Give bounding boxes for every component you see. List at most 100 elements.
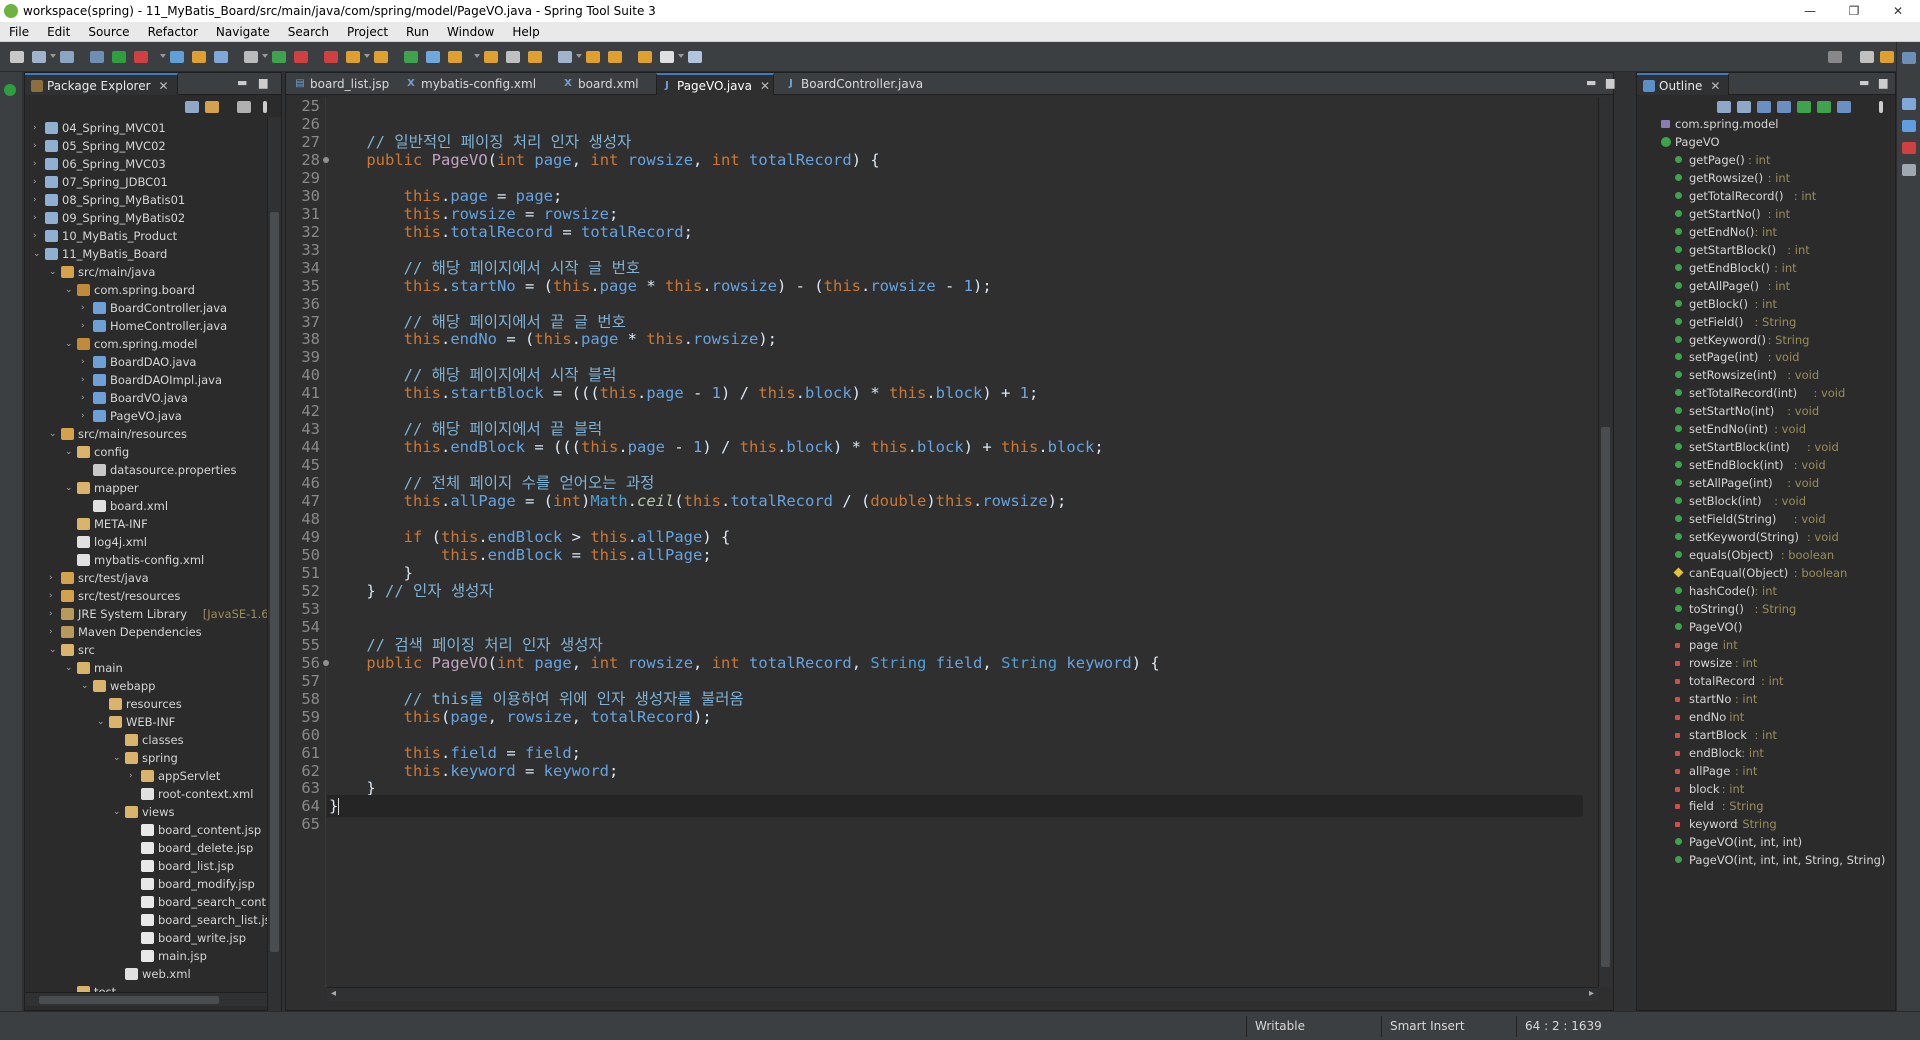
hide-non-public-icon[interactable] bbox=[1797, 101, 1811, 113]
expand-arrow-icon[interactable]: › bbox=[49, 569, 59, 587]
dropdown-arrow-icon[interactable] bbox=[576, 54, 582, 58]
scroll-right-icon[interactable]: ▸ bbox=[1589, 988, 1594, 999]
save-icon[interactable] bbox=[32, 51, 46, 63]
code-line[interactable]: this.endNo = (this.page * this.rowsize); bbox=[329, 328, 777, 350]
code-line[interactable]: this.allPage = (int)Math.ceil(this.total… bbox=[329, 490, 1067, 512]
editor-vertical-scrollbar[interactable] bbox=[1598, 97, 1612, 987]
expand-arrow-icon[interactable]: ⌄ bbox=[65, 659, 75, 677]
code-line[interactable]: public PageVO(int page, int rowsize, int… bbox=[329, 652, 1159, 674]
maximize-editor-button[interactable]: ▆ bbox=[1606, 73, 1614, 93]
expand-arrow-icon[interactable]: › bbox=[49, 587, 59, 605]
java-perspective-icon[interactable] bbox=[688, 51, 702, 63]
menu-item-run[interactable]: Run bbox=[397, 25, 438, 39]
tree-horizontal-scrollbar[interactable] bbox=[25, 992, 267, 1006]
forward-icon[interactable] bbox=[608, 51, 622, 63]
spring-explorer-icon[interactable] bbox=[1902, 120, 1916, 132]
focus-icon[interactable] bbox=[237, 101, 251, 113]
tab-package-explorer[interactable]: Package Explorer ✕ bbox=[25, 73, 178, 95]
run-icon[interactable] bbox=[170, 51, 184, 63]
new-package-icon[interactable] bbox=[374, 51, 388, 63]
save-all-icon[interactable] bbox=[60, 51, 74, 63]
search-icon[interactable] bbox=[484, 51, 498, 63]
coverage-icon[interactable] bbox=[244, 51, 258, 63]
dropdown-arrow-icon[interactable] bbox=[474, 54, 480, 58]
expand-arrow-icon[interactable]: › bbox=[81, 371, 91, 389]
java-ee-perspective-icon[interactable] bbox=[1880, 51, 1894, 63]
next-annotation-icon[interactable] bbox=[528, 51, 542, 63]
scrollbar-thumb[interactable] bbox=[270, 212, 279, 952]
code-line[interactable]: this(page, rowsize, totalRecord); bbox=[329, 706, 712, 728]
hide-fields-icon[interactable] bbox=[1757, 101, 1771, 113]
open-task-icon[interactable] bbox=[448, 51, 462, 63]
dropdown-arrow-icon[interactable] bbox=[50, 54, 56, 58]
expand-arrow-icon[interactable]: › bbox=[81, 353, 91, 371]
code-line[interactable]: this.totalRecord = totalRecord; bbox=[329, 221, 693, 243]
relaunch-icon[interactable] bbox=[324, 51, 338, 63]
expand-arrow-icon[interactable]: › bbox=[33, 155, 43, 173]
code-line[interactable]: this.startNo = (this.page * this.rowsize… bbox=[329, 275, 992, 297]
console-icon[interactable] bbox=[1902, 164, 1916, 176]
tree-vertical-scrollbar[interactable] bbox=[267, 117, 281, 1031]
expand-arrow-icon[interactable]: › bbox=[81, 407, 91, 425]
prev-annotation-icon[interactable] bbox=[558, 51, 572, 63]
menu-item-project[interactable]: Project bbox=[338, 25, 397, 39]
new-class-icon[interactable] bbox=[404, 51, 418, 63]
menu-item-refactor[interactable]: Refactor bbox=[139, 25, 207, 39]
pin-icon[interactable] bbox=[638, 51, 652, 63]
expand-arrow-icon[interactable]: › bbox=[81, 317, 91, 335]
scrollbar-thumb[interactable] bbox=[39, 996, 219, 1004]
open-type-icon[interactable] bbox=[426, 51, 440, 63]
maximize-button[interactable]: ❐ bbox=[1832, 0, 1876, 22]
expand-arrow-icon[interactable]: ⌄ bbox=[33, 245, 43, 263]
code-line[interactable]: } // 인자 생성자 bbox=[329, 580, 493, 602]
code-line[interactable]: } bbox=[327, 795, 1583, 818]
dropdown-arrow-icon[interactable] bbox=[262, 54, 268, 58]
maximize-view-button[interactable]: ▆ bbox=[259, 73, 267, 93]
toggle-mark-icon[interactable] bbox=[506, 51, 520, 63]
expand-arrow-icon[interactable]: ⌄ bbox=[65, 281, 75, 299]
quick-access-search-icon[interactable] bbox=[1828, 51, 1842, 63]
expand-arrow-icon[interactable]: ⌄ bbox=[49, 263, 59, 281]
stop-icon[interactable] bbox=[294, 51, 308, 63]
menu-item-navigate[interactable]: Navigate bbox=[207, 25, 279, 39]
expand-arrow-icon[interactable]: › bbox=[33, 227, 43, 245]
expand-arrow-icon[interactable]: ⌄ bbox=[65, 443, 75, 461]
minimize-view-button[interactable]: ▬ bbox=[1859, 73, 1869, 93]
editor-tab-boardcontroller-java[interactable]: J BoardController.java bbox=[781, 73, 923, 95]
code-area[interactable]: // 일반적인 페이징 처리 인자 생성자 public PageVO(int … bbox=[327, 97, 1583, 987]
hide-local-types-icon[interactable] bbox=[1817, 101, 1831, 113]
task-list-icon[interactable] bbox=[1902, 98, 1916, 110]
expand-arrow-icon[interactable]: › bbox=[33, 173, 43, 191]
editor-tab-board-list-jsp[interactable]: ▤ board_list.jsp bbox=[290, 73, 394, 95]
code-line[interactable]: this.endBlock = (((this.page - 1) / this… bbox=[329, 436, 1104, 458]
dropdown-arrow-icon[interactable] bbox=[160, 54, 166, 58]
expand-arrow-icon[interactable]: ⌄ bbox=[49, 641, 59, 659]
run-last-icon[interactable] bbox=[272, 51, 286, 63]
expand-arrow-icon[interactable]: › bbox=[33, 191, 43, 209]
close-icon[interactable]: ✕ bbox=[1710, 79, 1720, 93]
dropdown-arrow-icon[interactable] bbox=[678, 54, 684, 58]
menu-item-window[interactable]: Window bbox=[438, 25, 503, 39]
profile-icon[interactable] bbox=[192, 51, 206, 63]
scrollbar-thumb[interactable] bbox=[1601, 427, 1610, 967]
scroll-left-icon[interactable]: ◂ bbox=[331, 988, 336, 999]
expand-arrow-icon[interactable]: › bbox=[81, 389, 91, 407]
expand-arrow-icon[interactable]: ⌄ bbox=[81, 677, 91, 695]
back-icon[interactable] bbox=[586, 51, 600, 63]
menu-item-help[interactable]: Help bbox=[503, 25, 548, 39]
editor-tab-mybatis-config-xml[interactable]: Xmybatis-config.xml bbox=[401, 73, 551, 95]
expand-arrow-icon[interactable]: › bbox=[49, 623, 59, 641]
expand-arrow-icon[interactable]: ⌄ bbox=[113, 749, 123, 767]
print-icon[interactable] bbox=[90, 51, 104, 63]
expand-arrow-icon[interactable]: ⌄ bbox=[113, 803, 123, 821]
expand-arrow-icon[interactable]: ⌄ bbox=[65, 335, 75, 353]
close-icon[interactable]: ✕ bbox=[760, 79, 770, 93]
tab-outline[interactable]: Outline ✕ bbox=[1637, 73, 1730, 95]
menu-item-search[interactable]: Search bbox=[279, 25, 338, 39]
perspective-icon[interactable] bbox=[1902, 52, 1916, 64]
minimize-view-button[interactable]: ▬ bbox=[237, 73, 247, 93]
problems-icon[interactable] bbox=[1902, 142, 1916, 154]
spring-boot-icon[interactable] bbox=[112, 51, 126, 63]
new-java-project-icon[interactable] bbox=[346, 51, 360, 63]
external-tools-icon[interactable] bbox=[214, 51, 228, 63]
